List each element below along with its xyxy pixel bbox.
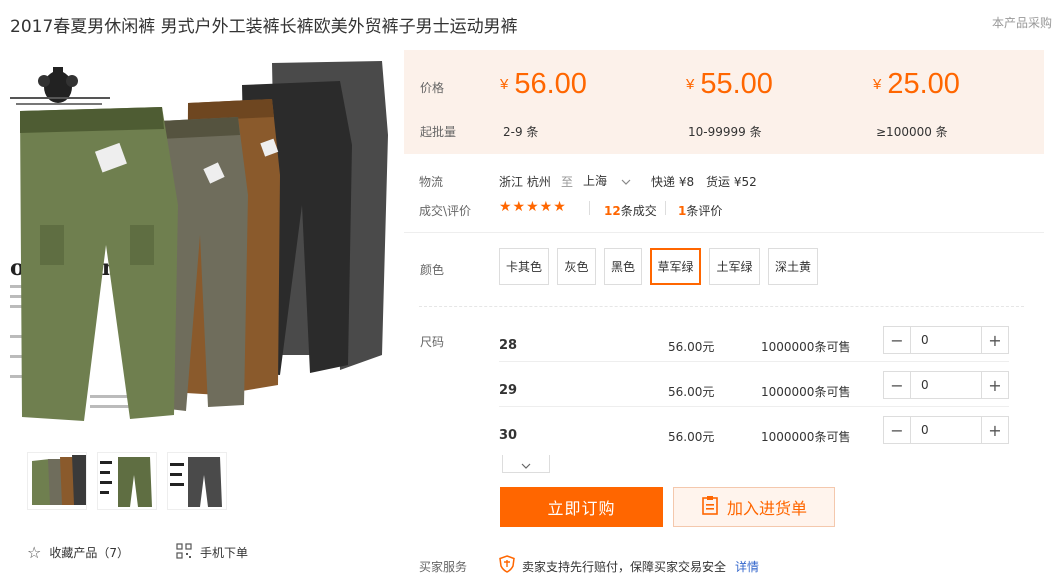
price-tier-3: ¥25.00	[873, 68, 960, 101]
size-value: 28	[499, 338, 518, 353]
plus-button[interactable]: +	[982, 372, 1008, 398]
color-option-dark-khaki[interactable]: 深土黄	[768, 248, 818, 285]
currency-symbol: ¥	[500, 76, 509, 93]
color-option-khaki[interactable]: 卡其色	[499, 248, 549, 285]
size-value: 30	[499, 428, 518, 443]
reviews-link[interactable]: 1条评价	[678, 202, 722, 219]
deals-text: 条成交	[620, 204, 657, 218]
thumbnail-3[interactable]	[167, 452, 227, 510]
size-price: 56.00元	[668, 340, 715, 354]
currency-symbol: ¥	[686, 76, 695, 93]
size-stock: 1000000条可售	[761, 340, 851, 354]
currency-symbol: ¥	[873, 76, 882, 93]
section-divider	[404, 232, 1044, 233]
price-value: 56.00	[514, 68, 587, 100]
color-option-grey[interactable]: 灰色	[557, 248, 596, 285]
divider	[589, 201, 590, 215]
deals-count: 12	[604, 204, 621, 218]
color-option-black[interactable]: 黑色	[604, 248, 642, 285]
service-details-link[interactable]: 详情	[735, 558, 759, 575]
price-tier-1: ¥56.00	[500, 68, 587, 101]
shield-icon	[499, 555, 515, 577]
quantity-stepper: − 0 +	[883, 416, 1009, 444]
row-divider	[499, 406, 1009, 407]
minus-button[interactable]: −	[884, 372, 910, 398]
price-value: 25.00	[887, 68, 960, 100]
minus-button[interactable]: −	[884, 327, 910, 353]
page-note: 本产品采购	[992, 16, 1053, 30]
ship-to-select[interactable]: 上海	[583, 170, 631, 191]
thumbnail-2[interactable]	[97, 452, 157, 510]
size-stock: 1000000条可售	[761, 385, 851, 399]
color-option-grass-green[interactable]: 草军绿	[650, 248, 701, 285]
rating-stars: ★★★★★	[499, 199, 567, 215]
plus-button[interactable]: +	[982, 327, 1008, 353]
size-label: 尺码	[420, 335, 445, 349]
quantity-input[interactable]: 0	[910, 417, 982, 443]
express-fee: 快递 ¥8	[651, 175, 695, 189]
add-to-cart-label: 加入进货单	[726, 499, 807, 518]
row-divider	[499, 361, 1009, 362]
ship-from: 浙江 杭州	[499, 175, 551, 189]
favorite-label: 收藏产品（7）	[49, 546, 129, 560]
plus-button[interactable]: +	[982, 417, 1008, 443]
product-title: 2017春夏男休闲裤 男式户外工装裤长裤欧美外贸裤子男士运动男裤	[10, 17, 518, 37]
price-label: 价格	[420, 81, 445, 95]
size-stock: 1000000条可售	[761, 430, 851, 444]
size-row: 28 56.00元 1000000条可售 − 0 +	[499, 326, 1024, 371]
reviews-text: 条评价	[686, 204, 723, 218]
product-main-image[interactable]: ov Can	[10, 55, 390, 425]
size-row: 30 56.00元 1000000条可售 − 0 +	[499, 416, 1024, 461]
chevron-down-icon	[621, 174, 631, 188]
favorite-button[interactable]: ☆ 收藏产品（7）	[27, 543, 129, 562]
reviews-label: 成交\评价	[419, 204, 472, 218]
quantity-input[interactable]: 0	[910, 327, 982, 353]
color-option-earth-green[interactable]: 土军绿	[709, 248, 760, 285]
moq-tier-1: 2-9 条	[503, 125, 539, 139]
divider	[665, 201, 666, 215]
qr-code-icon	[176, 543, 192, 562]
ship-to-word: 至	[561, 175, 574, 189]
size-price: 56.00元	[668, 430, 715, 444]
service-text: 卖家支持先行赔付，保障买家交易安全	[522, 560, 727, 574]
freight-fee: 货运 ¥52	[706, 175, 757, 189]
size-value: 29	[499, 383, 518, 398]
quantity-stepper: − 0 +	[883, 371, 1009, 399]
service-label: 买家服务	[419, 560, 468, 574]
chevron-down-icon	[521, 454, 531, 473]
moq-tier-3: ≥100000 条	[876, 125, 948, 139]
thumbnail-1[interactable]	[27, 452, 87, 510]
quantity-input[interactable]: 0	[910, 372, 982, 398]
quantity-stepper: − 0 +	[883, 326, 1009, 354]
logistics-label: 物流	[419, 175, 444, 189]
color-label: 颜色	[420, 263, 445, 277]
ship-to-value: 上海	[583, 174, 608, 188]
star-outline-icon: ☆	[27, 543, 42, 562]
size-row: 29 56.00元 1000000条可售 − 0 +	[499, 371, 1024, 416]
price-tier-2: ¥55.00	[686, 68, 773, 101]
moq-tier-2: 10-99999 条	[688, 125, 762, 139]
minus-button[interactable]: −	[884, 417, 910, 443]
mobile-order-button[interactable]: 手机下单	[176, 543, 248, 562]
size-price: 56.00元	[668, 385, 715, 399]
dashed-divider	[419, 306, 1024, 307]
expand-sizes-button[interactable]	[502, 455, 550, 473]
moq-label: 起批量	[420, 125, 457, 139]
clipboard-icon	[701, 495, 719, 519]
add-to-cart-button[interactable]: 加入进货单	[673, 487, 835, 527]
buy-now-button[interactable]: 立即订购	[500, 487, 663, 527]
deals-link[interactable]: 12条成交	[604, 202, 657, 219]
mobile-order-label: 手机下单	[200, 546, 249, 560]
price-value: 55.00	[700, 68, 773, 100]
